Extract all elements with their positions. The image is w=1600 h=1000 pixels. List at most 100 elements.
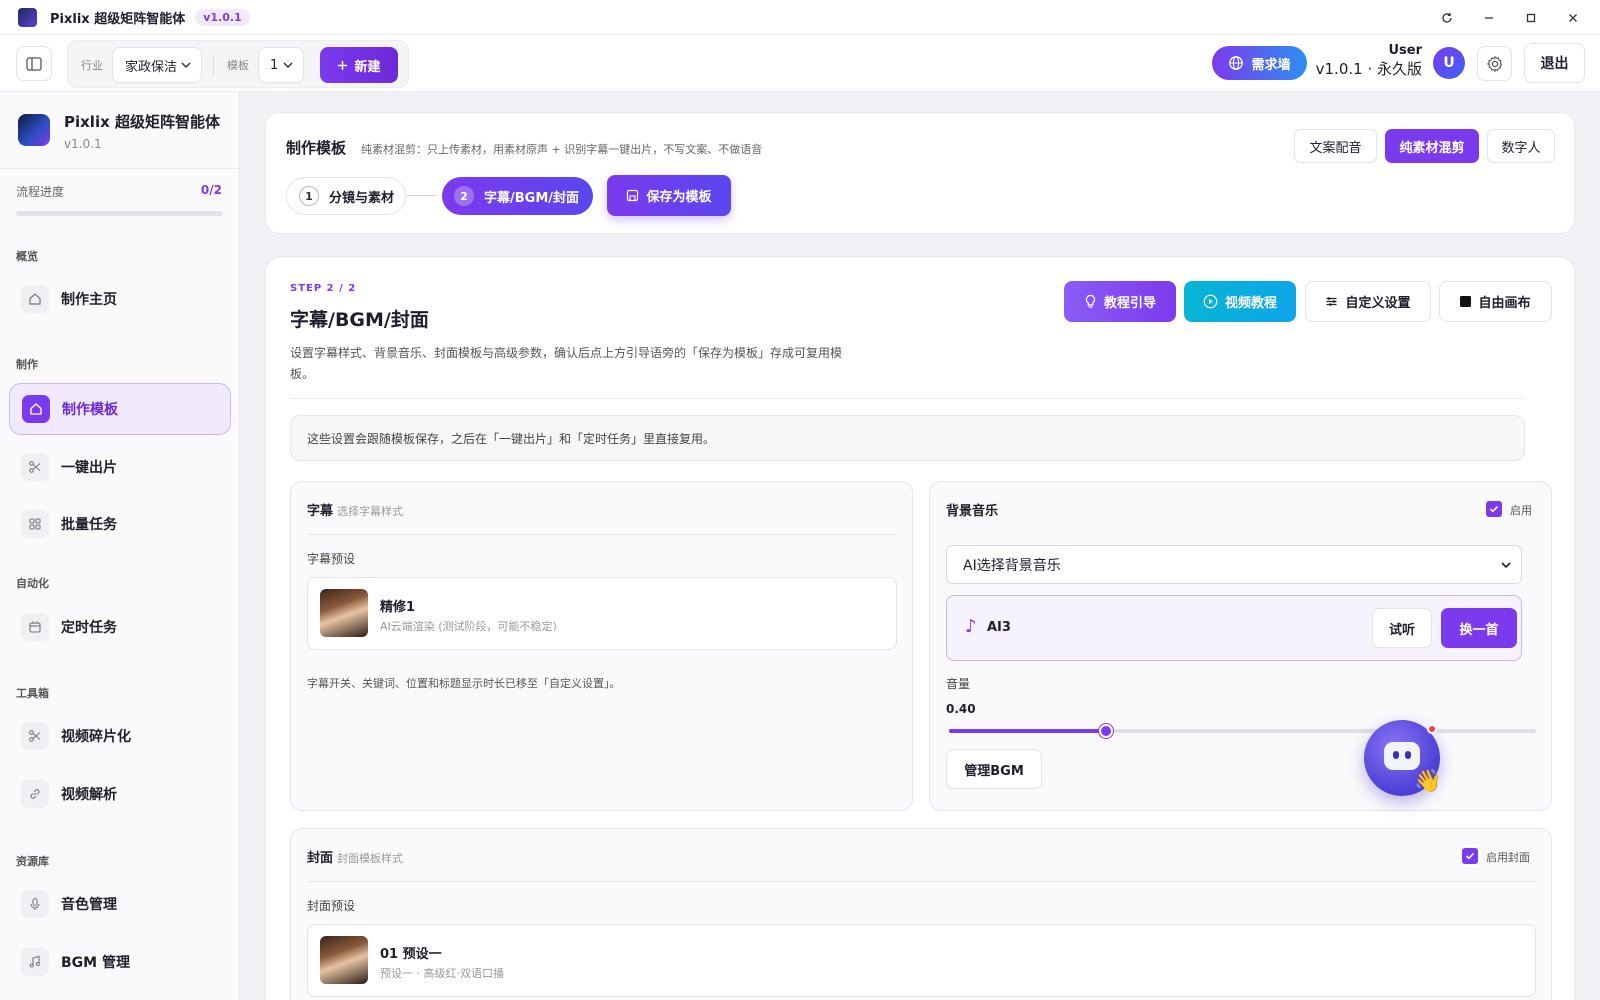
- sidebar-item-batch[interactable]: 批量任务: [9, 498, 231, 550]
- preset-name: 精修1: [380, 600, 416, 615]
- mode-digital-human-button[interactable]: 数字人: [1487, 129, 1555, 163]
- settings-button[interactable]: [1477, 46, 1512, 81]
- free-canvas-label: 自由画布: [1478, 296, 1531, 311]
- bgm-panel-title: 背景音乐: [946, 504, 999, 519]
- app-title: Pixlix 超级矩阵智能体: [50, 11, 186, 27]
- maximize-icon[interactable]: [1522, 9, 1540, 27]
- preset-description: AI云端渲染 (测试阶段，可能不稳定): [380, 620, 557, 633]
- section-production: 制作: [16, 358, 38, 371]
- sidebar-item-label: 一键出片: [61, 460, 117, 476]
- logout-button[interactable]: 退出: [1524, 43, 1585, 83]
- brand-version: v1.0.1: [64, 137, 102, 151]
- preset-description: 预设一 · 高级红·双语口播: [380, 967, 504, 980]
- progress-label: 流程进度: [16, 185, 65, 199]
- preset-thumbnail: [320, 589, 368, 637]
- video-tutorial-label: 视频教程: [1224, 296, 1277, 311]
- cover-panel: 封面 封面模板样式 启用封面 封面预设 01 预设一 预设一 · 高级红·双语口播: [290, 828, 1552, 1000]
- preview-button[interactable]: 试听: [1372, 608, 1432, 648]
- cover-preset-card[interactable]: 01 预设一 预设一 · 高级红·双语口播: [307, 924, 1536, 997]
- sliders-icon: [1325, 295, 1338, 308]
- close-icon[interactable]: [1564, 9, 1582, 27]
- panel-subtitle: 封面模板样式: [337, 852, 404, 865]
- brand-title: Pixlix 超级矩阵智能体: [64, 113, 220, 131]
- subtitle-panel: 字幕 选择字幕样式 字幕预设 精修1 AI云端渲染 (测试阶段，可能不稳定) 字幕…: [290, 481, 913, 811]
- sidebar-item-one-click[interactable]: 一键出片: [9, 441, 231, 493]
- section-automation: 自动化: [16, 577, 49, 590]
- sidebar-item-label: 制作主页: [61, 292, 117, 308]
- template-picker-group: 行业 家政保洁 模板 1 新建: [67, 40, 409, 88]
- bgm-enable-label: 启用: [1510, 504, 1532, 517]
- save-template-button[interactable]: 保存为模板: [607, 175, 731, 216]
- music-note-icon: [21, 948, 49, 976]
- new-template-button[interactable]: 新建: [320, 47, 398, 83]
- step-title: 字幕/BGM/封面: [290, 309, 429, 331]
- divider: [290, 398, 1525, 399]
- divider: [0, 168, 240, 169]
- volume-label: 音量: [946, 677, 971, 691]
- switch-track-button[interactable]: 换一首: [1441, 608, 1517, 648]
- plus-icon: [337, 60, 348, 71]
- sidebar-item-parse[interactable]: 视频解析: [9, 768, 231, 820]
- sidebar-item-fragment[interactable]: 视频碎片化: [9, 710, 231, 762]
- sidebar-item-label: 音色管理: [61, 897, 117, 913]
- sidebar-item-bgm[interactable]: BGM 管理: [9, 936, 231, 988]
- panel-subtitle: 选择字幕样式: [337, 505, 404, 518]
- bgm-enable-checkbox[interactable]: [1486, 501, 1502, 517]
- checkmark-icon: [1489, 505, 1499, 513]
- page-title: 制作模板: [286, 139, 347, 157]
- sidebar-item-voice[interactable]: 音色管理: [9, 878, 231, 930]
- demand-wall-button[interactable]: 需求墙: [1212, 46, 1307, 80]
- cover-enable-label: 启用封面: [1486, 851, 1530, 864]
- save-icon: [626, 189, 639, 202]
- template-select[interactable]: 1: [258, 47, 304, 83]
- subtitle-panel-title: 字幕 选择字幕样式: [307, 500, 403, 519]
- video-tutorial-button[interactable]: 视频教程: [1184, 281, 1296, 322]
- progress-value: 0/2: [200, 183, 222, 197]
- sidebar-item-home[interactable]: 制作主页: [9, 273, 231, 325]
- bgm-source-select[interactable]: AI选择背景音乐: [946, 545, 1522, 584]
- mode-copy-voice-button[interactable]: 文案配音: [1294, 129, 1377, 163]
- sidebar-item-make-template[interactable]: 制作模板: [9, 383, 231, 435]
- refresh-icon[interactable]: [1438, 9, 1456, 27]
- sidebar-item-label: BGM 管理: [61, 955, 130, 971]
- tutorial-guide-button[interactable]: 教程引导: [1064, 281, 1176, 322]
- tutorial-guide-label: 教程引导: [1103, 296, 1156, 311]
- sidebar-toggle-button[interactable]: [16, 46, 52, 81]
- free-canvas-button[interactable]: 自由画布: [1439, 281, 1552, 322]
- step-1-pill[interactable]: 1 分镜与素材: [286, 177, 406, 215]
- top-toolbar: 行业 家政保洁 模板 1 新建 需求墙 User v1.0.1 · 永久版 U …: [0, 35, 1600, 92]
- robot-icon: [1384, 742, 1420, 770]
- chevron-down-icon: [1499, 558, 1513, 572]
- mode-pure-material-button[interactable]: 纯素材混剪: [1385, 129, 1479, 163]
- new-button-label: 新建: [354, 59, 381, 75]
- industry-select[interactable]: 家政保洁: [112, 47, 202, 83]
- section-toolbox: 工具箱: [16, 687, 49, 700]
- cover-preset-label: 封面预设: [307, 899, 356, 913]
- sidebar-item-scheduled[interactable]: 定时任务: [9, 601, 231, 653]
- step-2-pill[interactable]: 2 字幕/BGM/封面: [442, 177, 593, 215]
- volume-slider-thumb[interactable]: [1098, 724, 1113, 738]
- template-label: 模板: [227, 59, 249, 72]
- manage-bgm-button[interactable]: 管理BGM: [946, 749, 1042, 789]
- preset-name: 01 预设一: [380, 947, 442, 962]
- volume-slider-fill: [949, 729, 1106, 733]
- volume-value: 0.40: [946, 702, 976, 716]
- demand-wall-label: 需求墙: [1251, 57, 1291, 73]
- minimize-icon[interactable]: [1480, 9, 1498, 27]
- checkmark-icon: [1465, 852, 1475, 860]
- sidebar-item-label: 视频解析: [61, 787, 117, 803]
- custom-settings-button[interactable]: 自定义设置: [1305, 281, 1431, 322]
- subtitle-preset-card[interactable]: 精修1 AI云端渲染 (测试阶段，可能不稳定): [307, 577, 897, 650]
- cover-enable-checkbox[interactable]: [1462, 848, 1478, 864]
- sidebar: Pixlix 超级矩阵智能体 v1.0.1 流程进度 0/2 概览 制作主页 制…: [0, 92, 240, 1000]
- chevron-down-icon: [282, 59, 294, 71]
- gear-icon: [1486, 55, 1504, 73]
- scissors-icon: [21, 722, 49, 750]
- avatar[interactable]: U: [1433, 47, 1465, 79]
- volume-slider[interactable]: [949, 724, 1536, 738]
- home-icon: [22, 395, 50, 423]
- template-value: 1: [270, 57, 279, 73]
- step-number: 2: [454, 186, 474, 206]
- title-bar: Pixlix 超级矩阵智能体 v1.0.1: [0, 0, 1600, 35]
- user-info: User v1.0.1 · 永久版: [1316, 43, 1422, 79]
